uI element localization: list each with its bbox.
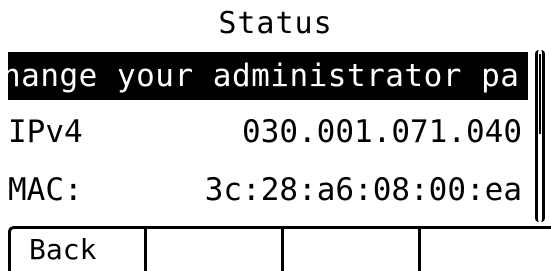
- phone-lcd-screen: Status hange your administrator pa IPv4 …: [0, 0, 551, 271]
- status-item-label: hange your administrator pa: [8, 58, 520, 94]
- status-item-mac[interactable]: MAC: 3c:28:a6:08:00:ea: [8, 166, 528, 214]
- softkey-bar: Back: [8, 226, 551, 271]
- status-item-ipv4[interactable]: IPv4 030.001.071.040: [8, 108, 528, 156]
- list-scrollbar[interactable]: [535, 50, 545, 222]
- status-item-label: MAC:: [8, 172, 83, 208]
- softkey-back[interactable]: Back: [11, 229, 147, 271]
- softkey-4[interactable]: [421, 229, 551, 271]
- status-item-label: IPv4: [8, 114, 83, 150]
- status-item-value: 3c:28:a6:08:00:ea: [204, 172, 522, 208]
- scrollbar-thumb[interactable]: [539, 54, 541, 134]
- softkey-3[interactable]: [284, 229, 421, 271]
- page-title: Status: [218, 6, 333, 41]
- status-item-value: 030.001.071.040: [242, 114, 522, 150]
- status-item-admin-password-warning[interactable]: hange your administrator pa: [8, 52, 528, 100]
- softkey-2[interactable]: [147, 229, 284, 271]
